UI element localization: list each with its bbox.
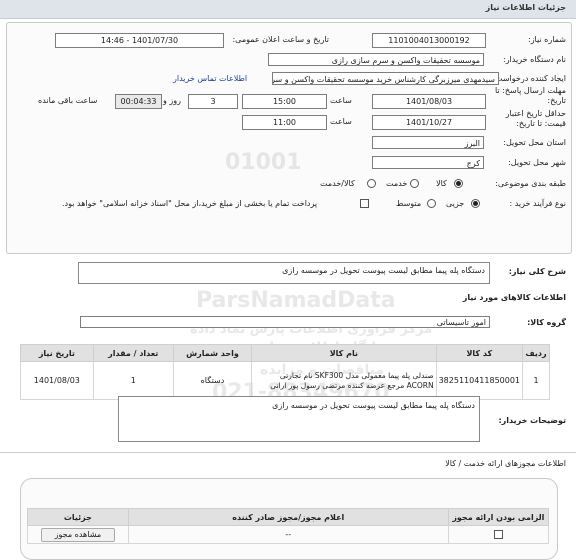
goods-group-label: گروه کالا: — [527, 318, 566, 327]
col-code: کد کالا — [435, 344, 524, 362]
process-medium-label: متوسط — [396, 199, 422, 208]
contact-buyer-link[interactable]: اطلاعات تماس خریدار — [173, 74, 247, 83]
cell-permit-issuer: -- — [127, 525, 449, 544]
table-row: 1 3825110411850001 صندلی پله پیما معمولی… — [20, 361, 550, 400]
province-field: البرز — [372, 136, 484, 149]
days-remaining-field: 3 — [188, 94, 238, 109]
days-label: روز و — [163, 96, 181, 105]
description-label: شرح کلی نیاز: — [508, 267, 566, 276]
process-minor-radio[interactable] — [471, 199, 480, 210]
watermark-code: 01001 — [225, 150, 302, 175]
treasury-checkbox[interactable] — [360, 199, 369, 208]
col-qty: تعداد / مقدار — [92, 344, 174, 362]
province-label: استان محل تحویل: — [503, 138, 566, 147]
cell-date: 1401/08/03 — [20, 361, 94, 400]
announce-date-label: تاریخ و ساعت اعلان عمومی: — [232, 35, 329, 44]
col-permit-required: الزامی بودن ارائه مجوز — [447, 508, 550, 526]
cell-qty: 1 — [92, 361, 174, 400]
col-unit: واحد شمارش — [172, 344, 253, 362]
process-type-label: نوع فرآیند خرید : — [509, 199, 566, 208]
watermark-brand: ParsNamadData — [196, 288, 396, 313]
category-both-radio[interactable] — [367, 179, 376, 190]
section-divider — [0, 452, 576, 453]
category-goods-label: کالا — [436, 179, 447, 188]
buyer-label: نام دستگاه خریدار: — [503, 55, 566, 64]
category-both-label: کالا/خدمت — [320, 179, 355, 188]
page-title: جزئیات اطلاعات نیاز — [485, 3, 566, 12]
table-header-row: الزامی بودن ارائه مجوز اعلام مجوز/مجوز ص… — [27, 508, 550, 526]
validity-label: حداقل تاریخ اعتبار قیمت: تا تاریخ: — [505, 109, 566, 128]
city-field: کرج — [372, 156, 484, 169]
validity-time-label: ساعت — [330, 117, 352, 126]
table-header-row: ردیف کد کالا نام کالا واحد شمارش تعداد /… — [20, 344, 550, 362]
view-permit-button[interactable]: مشاهده مجوز — [40, 527, 115, 542]
category-goods-radio[interactable] — [454, 179, 463, 190]
col-permit-details: جزئیات — [27, 508, 129, 526]
buyer-notes-label: توضیحات خریدار: — [498, 416, 566, 425]
time-remaining-label: ساعت باقی مانده — [38, 96, 98, 105]
deadline-date-field: 1401/08/03 — [372, 94, 486, 109]
goods-group-field: امور تاسیساتی — [80, 316, 490, 328]
col-name: نام کالا — [251, 344, 437, 362]
buyer-notes-text: دستگاه پله پیما مطابق لیست پیوست تحویل د… — [272, 401, 475, 410]
cell-code: 3825110411850001 — [435, 361, 524, 400]
validity-date-field: 1401/10/27 — [372, 115, 486, 130]
col-row: ردیف — [522, 344, 550, 362]
cell-permit-details: مشاهده مجوز — [27, 525, 129, 544]
buyer-notes-box: دستگاه پله پیما مطابق لیست پیوست تحویل د… — [118, 396, 480, 442]
need-number-field: 1101004013000192 — [372, 33, 486, 48]
category-label: طبقه بندی موضوعی: — [495, 179, 566, 188]
col-permit-issuer: اعلام مجوز/مجوز صادر کننده — [127, 508, 449, 526]
payment-note: پرداخت تمام یا بخشی از مبلغ خرید،از محل … — [62, 199, 318, 208]
city-label: شهر محل تحویل: — [508, 158, 566, 167]
need-number-label: شماره نیاز: — [528, 35, 566, 44]
table-row: -- مشاهده مجوز — [27, 525, 550, 544]
goods-table: ردیف کد کالا نام کالا واحد شمارش تعداد /… — [20, 344, 550, 400]
deadline-time-label: ساعت — [330, 96, 352, 105]
category-service-radio[interactable] — [410, 179, 419, 190]
cell-permit-checkbox — [447, 525, 550, 544]
deadline-time-field: 15:00 — [242, 94, 327, 109]
creator-field: سیدمهدی میرزبرگی کارشناس خرید موسسه تحقی… — [272, 72, 499, 85]
permits-table: الزامی بودن ارائه مجوز اعلام مجوز/مجوز ص… — [27, 508, 550, 544]
services-section-title: اطلاعات مجوزهای ارائه خدمت / کالا — [445, 459, 566, 468]
time-remaining-field: 00:04:33 — [115, 94, 162, 109]
cell-row: 1 — [522, 361, 550, 400]
announce-date-field: 1401/07/30 - 14:46 — [55, 33, 224, 48]
process-medium-radio[interactable] — [427, 199, 436, 210]
category-service-label: خدمت — [386, 179, 408, 188]
deadline-label: مهلت ارسال پاسخ: تا تاریخ: — [494, 86, 566, 105]
buyer-field: موسسه تحقیقات واکسن و سرم سازی رازی — [268, 53, 484, 66]
cell-unit: دستگاه — [172, 361, 253, 400]
description-text: دستگاه پله پیما مطابق لیست پیوست تحویل د… — [282, 266, 485, 275]
description-box: دستگاه پله پیما مطابق لیست پیوست تحویل د… — [78, 262, 490, 284]
process-minor-label: جزیی — [446, 199, 465, 208]
validity-time-field: 11:00 — [242, 115, 327, 130]
col-date: تاریخ نیاز — [20, 344, 94, 362]
goods-section-title: اطلاعات کالاهای مورد نیاز — [462, 293, 566, 302]
permit-required-checkbox[interactable] — [493, 530, 503, 539]
cell-name: صندلی پله پیما معمولی مدل SKF300 نام تجا… — [251, 361, 437, 400]
creator-label: ایجاد کننده درخواست: — [492, 74, 566, 83]
